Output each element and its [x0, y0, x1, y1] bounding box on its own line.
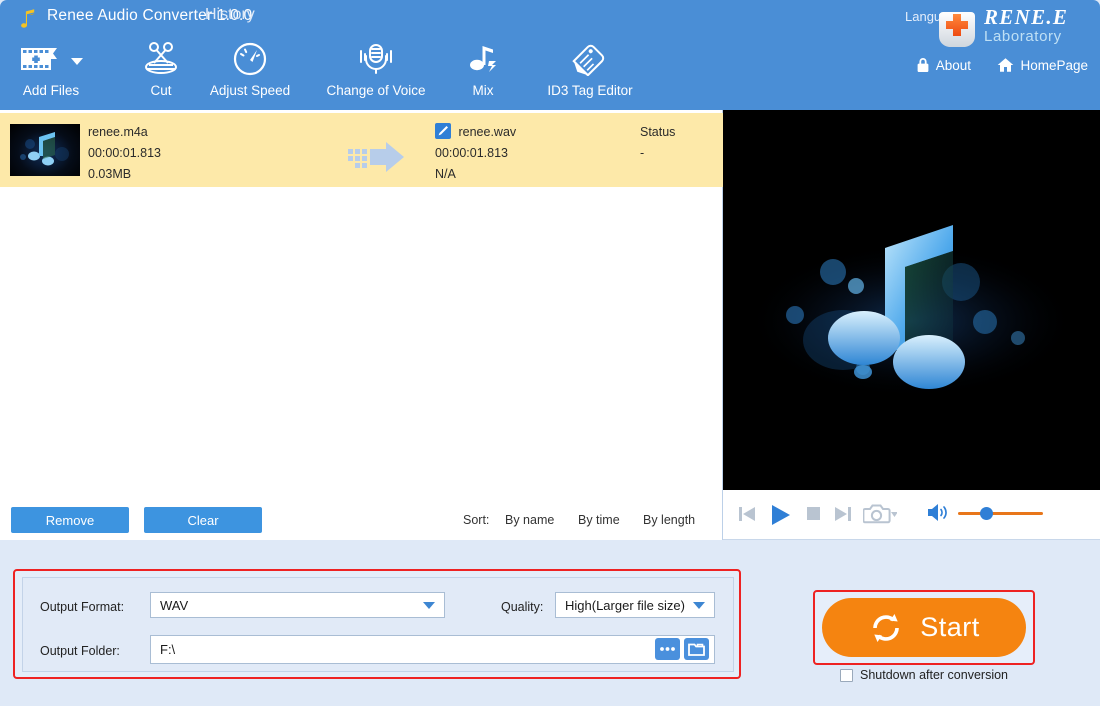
brand-subtitle: Laboratory — [984, 28, 1068, 46]
file-thumbnail — [10, 124, 80, 176]
app-window: Renee Audio Converter 1.0.0 History Lang… — [0, 0, 1100, 706]
stop-icon[interactable] — [803, 502, 825, 524]
list-action-bar: Remove Clear Sort: By name By time By le… — [0, 500, 723, 540]
chevron-down-icon — [423, 602, 435, 609]
output-folder-value: F:\ — [160, 642, 175, 657]
history-link[interactable]: History — [205, 6, 255, 24]
homepage-link[interactable]: HomePage — [997, 57, 1088, 73]
toolbar-id3-tag-editor-label: ID3 Tag Editor — [547, 83, 632, 98]
toolbar-add-files-label: Add Files — [23, 83, 79, 98]
brand-logo: RENE.E Laboratory — [932, 4, 1092, 52]
microphone-icon — [355, 42, 397, 76]
quality-select[interactable]: High(Larger file size) — [555, 592, 715, 618]
brand-name: RENE.E — [984, 6, 1068, 28]
toolbar-cut-label: Cut — [150, 83, 171, 98]
window-header: Renee Audio Converter 1.0.0 History Lang… — [0, 0, 1100, 110]
table-row[interactable]: renee.m4a 00:00:01.813 0.03MB — [0, 113, 723, 187]
music-note-icon — [18, 8, 40, 30]
open-folder-button[interactable] — [684, 638, 709, 660]
file-list-panel: renee.m4a 00:00:01.813 0.03MB — [0, 110, 723, 500]
output-folder-label: Output Folder: — [40, 644, 120, 658]
tag-pencil-icon — [571, 42, 609, 76]
next-icon[interactable] — [831, 502, 855, 526]
previous-icon[interactable] — [735, 502, 759, 526]
toolbar-id3-tag-editor[interactable]: ID3 Tag Editor — [530, 34, 650, 110]
sort-by-name[interactable]: By name — [505, 513, 554, 527]
toolbar-mix[interactable]: Mix — [450, 34, 516, 110]
quality-label: Quality: — [501, 600, 543, 614]
output-format-select[interactable]: WAV — [150, 592, 445, 618]
sort-label: Sort: — [463, 513, 489, 527]
output-format-value: WAV — [160, 598, 188, 613]
sort-by-length[interactable]: By length — [643, 513, 695, 527]
output-file-info: renee.wav 00:00:01.813 N/A — [435, 121, 516, 185]
volume-slider-knob[interactable] — [980, 507, 993, 520]
start-button[interactable]: Start — [822, 598, 1026, 657]
source-file-info: renee.m4a 00:00:01.813 0.03MB — [88, 121, 161, 185]
snapshot-camera-icon[interactable] — [863, 502, 897, 526]
main-toolbar: Add Files Cut — [0, 34, 740, 110]
chevron-down-icon — [693, 602, 705, 609]
toolbar-adjust-speed[interactable]: Adjust Speed — [200, 34, 300, 110]
browse-folder-button[interactable] — [655, 638, 680, 660]
lock-icon — [916, 57, 930, 73]
status-badge: - — [640, 143, 710, 164]
preview-music-note-art — [723, 110, 1100, 490]
output-format-label: Output Format: — [40, 600, 124, 614]
sort-by-time[interactable]: By time — [578, 513, 620, 527]
output-settings-group: Output Format: WAV Quality: High(Larger … — [22, 577, 734, 672]
about-label: About — [936, 58, 971, 73]
brand-text: RENE.E Laboratory — [984, 6, 1068, 46]
output-file-name-row: renee.wav — [435, 121, 516, 143]
toolbar-mix-label: Mix — [473, 83, 494, 98]
add-files-icon — [19, 43, 65, 75]
volume-slider-track[interactable] — [958, 512, 1043, 515]
refresh-cycle-icon — [868, 610, 904, 646]
output-file-name: renee.wav — [458, 125, 516, 139]
status-column: Status - — [640, 121, 710, 164]
chevron-down-icon — [71, 58, 83, 65]
toolbar-adjust-speed-label: Adjust Speed — [210, 83, 290, 98]
output-file-duration: 00:00:01.813 — [435, 143, 516, 164]
clear-button[interactable]: Clear — [144, 507, 262, 533]
red-cross-logo-icon — [932, 4, 982, 52]
source-file-duration: 00:00:01.813 — [88, 143, 161, 164]
scissors-icon — [141, 41, 181, 77]
about-link[interactable]: About — [916, 57, 971, 73]
toolbar-change-of-voice[interactable]: Change of Voice — [315, 34, 437, 110]
homepage-label: HomePage — [1020, 58, 1088, 73]
edit-pencil-icon[interactable] — [435, 123, 451, 139]
start-button-label: Start — [920, 612, 980, 643]
shutdown-checkbox[interactable] — [840, 669, 853, 682]
home-icon — [997, 57, 1014, 73]
music-note-thumbnail — [10, 124, 80, 176]
output-file-size: N/A — [435, 164, 516, 185]
shutdown-label: Shutdown after conversion — [860, 668, 1008, 682]
source-file-name: renee.m4a — [88, 121, 161, 143]
convert-arrow-icon — [348, 140, 406, 174]
header-links: About HomePage — [894, 57, 1088, 79]
folder-icon — [688, 642, 705, 657]
toolbar-change-of-voice-label: Change of Voice — [326, 83, 425, 98]
mix-note-icon — [465, 41, 501, 77]
video-preview[interactable] — [723, 110, 1100, 490]
status-header: Status — [640, 121, 710, 143]
shutdown-option: Shutdown after conversion — [840, 668, 1008, 682]
ellipsis-icon — [659, 646, 676, 652]
player-controls — [723, 490, 1100, 540]
output-folder-input[interactable]: F:\ — [150, 635, 715, 664]
remove-button[interactable]: Remove — [11, 507, 129, 533]
play-icon[interactable] — [767, 502, 793, 528]
quality-value: High(Larger file size) — [565, 598, 685, 613]
output-settings-highlight: Output Format: WAV Quality: High(Larger … — [13, 569, 741, 679]
volume-icon[interactable] — [926, 502, 950, 524]
toolbar-add-files[interactable]: Add Files — [6, 34, 96, 110]
source-file-size: 0.03MB — [88, 164, 161, 185]
toolbar-cut[interactable]: Cut — [120, 34, 202, 110]
speedometer-icon — [232, 41, 268, 77]
